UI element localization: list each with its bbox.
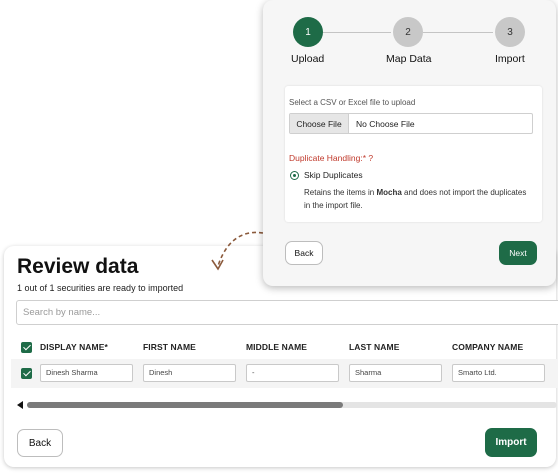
step-1-label: Upload [291, 53, 325, 65]
scroll-thumb[interactable] [27, 402, 343, 408]
step-3-indicator: 3 [495, 17, 525, 47]
review-subtitle: 1 out of 1 securities are ready to impor… [17, 283, 184, 293]
file-name-text: No Choose File [356, 119, 415, 129]
duplicate-handling-label: Duplicate Handling:* ? [289, 153, 374, 163]
review-back-button[interactable]: Back [17, 429, 63, 457]
last-name-field[interactable]: Sharma [349, 364, 442, 382]
upload-wizard-panel: 1 2 3 Upload Map Data Import Select a CS… [263, 0, 556, 286]
step-3-label: Import [495, 53, 525, 65]
step-2-indicator: 2 [393, 17, 423, 47]
select-all-checkbox[interactable] [21, 342, 32, 353]
middle-name-field[interactable]: - [246, 364, 339, 382]
dashed-arrow-icon [211, 231, 264, 271]
col-middle-name: MIDDLE NAME [246, 342, 308, 352]
file-upload-label: Select a CSV or Excel file to upload [289, 98, 416, 107]
first-name-field[interactable]: Dinesh [143, 364, 236, 382]
col-company-name: COMPANY NAME [452, 342, 524, 352]
choose-file-button[interactable]: Choose File [290, 114, 349, 133]
scroll-left-icon[interactable] [17, 401, 23, 409]
skip-duplicates-description: Retains the items in Mocha and does not … [304, 188, 527, 210]
col-first-name: FIRST NAME [143, 342, 196, 352]
step-2-label: Map Data [386, 53, 432, 65]
step-connector [321, 32, 391, 33]
skip-duplicates-radio[interactable] [290, 171, 299, 180]
search-input[interactable] [16, 300, 558, 325]
wizard-back-button[interactable]: Back [285, 241, 323, 265]
table-row: Dinesh Sharma Dinesh - Sharma Smarto Ltd… [11, 359, 558, 388]
company-name-field[interactable]: Smarto Ltd. [452, 364, 545, 382]
upload-card: Select a CSV or Excel file to upload Cho… [285, 86, 542, 222]
file-input[interactable]: Choose File No Choose File [289, 113, 533, 134]
col-display-name: DISPLAY NAME* [40, 342, 108, 352]
row-checkbox[interactable] [21, 368, 32, 379]
next-button[interactable]: Next [499, 241, 537, 265]
table-header: DISPLAY NAME* FIRST NAME MIDDLE NAME LAS… [4, 333, 556, 359]
display-name-field[interactable]: Dinesh Sharma [40, 364, 133, 382]
col-last-name: LAST NAME [349, 342, 400, 352]
horizontal-scrollbar[interactable] [17, 401, 557, 409]
import-button[interactable]: Import [485, 428, 537, 457]
skip-duplicates-label: Skip Duplicates [304, 170, 363, 180]
step-1-indicator: 1 [293, 17, 323, 47]
review-title: Review data [17, 255, 139, 278]
step-connector [423, 32, 493, 33]
